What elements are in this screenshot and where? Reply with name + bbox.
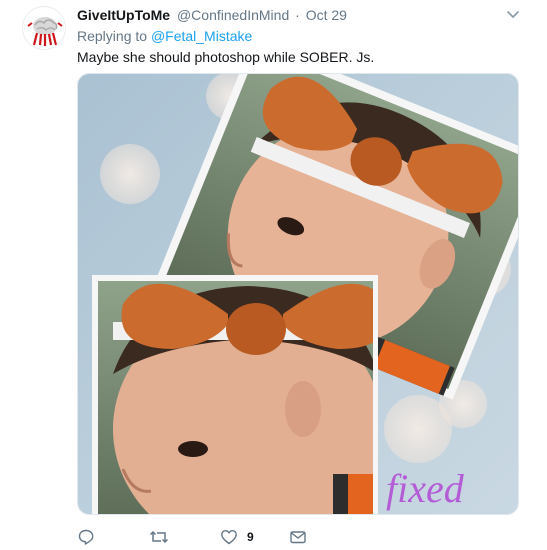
chevron-down-icon[interactable] xyxy=(505,8,521,20)
reply-prefix: Replying to xyxy=(77,28,148,44)
tweet-timestamp[interactable]: Oct 29 xyxy=(306,7,347,23)
tweet-header: GiveItUpToMe @ConfinedInMind · Oct 29 xyxy=(77,6,347,24)
user-handle[interactable]: @ConfinedInMind xyxy=(177,7,289,23)
like-count: 9 xyxy=(247,530,254,544)
tweet-card: GiveItUpToMe @ConfinedInMind · Oct 29 Re… xyxy=(0,0,547,550)
retweet-icon xyxy=(149,530,169,544)
retweet-button[interactable] xyxy=(149,527,169,547)
tweet-actions: 9 xyxy=(77,527,517,547)
tweet-image[interactable]: fixed xyxy=(77,73,519,515)
bokeh-circle xyxy=(100,144,160,204)
bottom-photo xyxy=(92,275,378,514)
reply-context: Replying to @Fetal_Mistake xyxy=(77,27,252,45)
avatar[interactable] xyxy=(22,6,66,50)
separator-dot: · xyxy=(295,7,300,23)
reply-icon xyxy=(78,529,94,545)
message-button[interactable] xyxy=(289,527,307,547)
like-button[interactable]: 9 xyxy=(220,527,254,547)
heart-icon xyxy=(221,530,237,545)
envelope-icon xyxy=(290,531,306,544)
display-name[interactable]: GiveItUpToMe xyxy=(77,7,170,23)
reply-to-link[interactable]: @Fetal_Mistake xyxy=(151,28,252,44)
tweet-text: Maybe she should photoshop while SOBER. … xyxy=(77,49,375,65)
avatar-brain-icon xyxy=(23,7,65,49)
overlay-text: fixed xyxy=(386,466,465,511)
reply-button[interactable] xyxy=(77,527,95,547)
